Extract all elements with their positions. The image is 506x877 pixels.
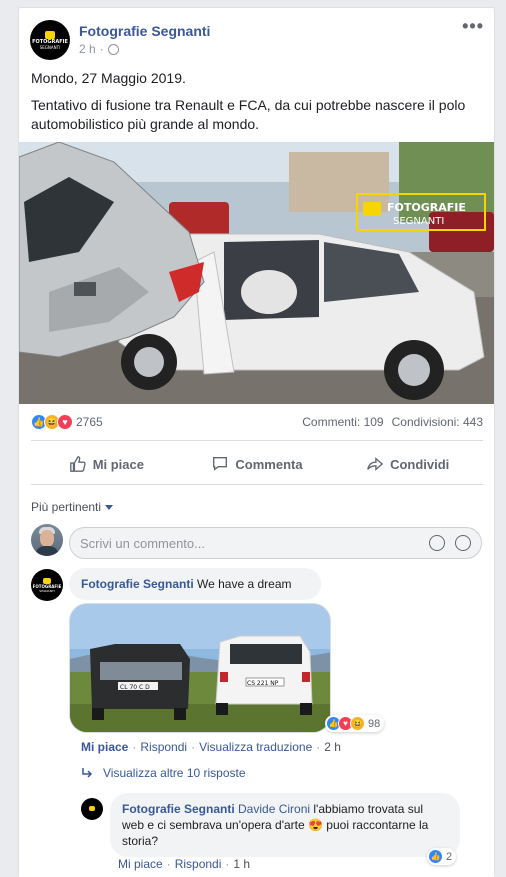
reply-arrow-icon <box>82 768 93 778</box>
comment-text: We have a dream <box>197 577 292 591</box>
comments-section: Più pertinenti Scrivi un commento... FOT… <box>19 491 494 877</box>
comment-time[interactable]: 2 h <box>324 740 341 754</box>
comment-icon <box>213 457 228 471</box>
reaction-count[interactable]: 2765 <box>76 415 103 429</box>
comment-filter-label: Più pertinenti <box>31 500 102 514</box>
crash-photo-illustration: FOTOGRAFIE SEGNANTI <box>19 142 494 404</box>
love-icon[interactable]: ♥ <box>57 414 73 430</box>
comment-button-label: Commenta <box>235 456 303 472</box>
post-date-line: Mondo, 27 Maggio 2019. <box>31 70 186 86</box>
comment-reactions[interactable]: 👍 ♥ 😆 98 <box>325 715 385 732</box>
post-time[interactable]: 2 h <box>79 42 96 56</box>
comment-input[interactable]: Scrivi un commento... <box>69 527 482 559</box>
reply-time[interactable]: 1 h <box>233 857 250 871</box>
watermark-line1: FOTOGRAFIE <box>387 201 466 214</box>
commenter-avatar[interactable]: FOTOGRAFIE SEGNANTI <box>31 569 63 601</box>
reply-bubble: Fotografie Segnanti Davide Cironi l'abbi… <box>110 793 460 857</box>
comment-reaction-count: 98 <box>368 717 381 730</box>
comment-actions: Mi piace · Rispondi · Visualizza traduzi… <box>81 740 341 754</box>
post-actions: Mi piace Commenta Condividi <box>31 448 483 480</box>
reply-author[interactable]: Fotografie Segnanti <box>122 802 235 816</box>
post-photo[interactable]: FOTOGRAFIE SEGNANTI <box>19 142 494 404</box>
comment-photo[interactable]: CL 70 C D CS 221 NP <box>69 603 331 733</box>
comment-like-link[interactable]: Mi piace <box>81 740 128 754</box>
reply-like-link[interactable]: Mi piace <box>118 857 163 871</box>
logo-subtext: SEGNANTI <box>39 44 61 50</box>
reply-actions: Mi piace · Rispondi · 1 h <box>118 857 251 871</box>
chevron-down-icon <box>105 504 114 510</box>
reply-reactions[interactable]: 👍 2 <box>427 848 457 865</box>
globe-icon <box>107 43 119 55</box>
share-icon <box>367 457 384 471</box>
divider <box>31 484 483 485</box>
comment-input-placeholder: Scrivi un commento... <box>80 535 205 551</box>
comment-reply-link[interactable]: Rispondi <box>140 740 187 754</box>
post-card: FOTOGRAFIE SEGNANTI Fotografie Segnanti … <box>18 7 495 877</box>
camera-icon <box>89 806 95 811</box>
reply-reply-link[interactable]: Rispondi <box>175 857 222 871</box>
post-text: Tentativo di fusione tra Renault e FCA, … <box>31 97 466 132</box>
emoji-icon[interactable] <box>429 535 445 551</box>
share-button-label: Condividi <box>390 456 450 472</box>
divider <box>31 440 483 441</box>
camera-icon <box>43 577 51 584</box>
watermark-line2: SEGNANTI <box>393 216 444 227</box>
reply-mention[interactable]: Davide Cironi <box>238 802 310 816</box>
thumbs-up-icon <box>69 456 86 472</box>
reply-author-avatar[interactable] <box>81 798 103 820</box>
plate-left: CL 70 C D <box>120 684 150 691</box>
cars-photo-illustration: CL 70 C D CS 221 NP <box>70 604 330 732</box>
camera-icon <box>45 30 55 39</box>
comment-button[interactable]: Commenta <box>182 448 333 480</box>
comments-count[interactable]: Commenti: 109 <box>302 415 383 429</box>
sticker-icon[interactable] <box>455 535 471 551</box>
page-avatar[interactable]: FOTOGRAFIE SEGNANTI <box>30 20 70 60</box>
more-options-icon[interactable]: ••• <box>462 16 484 37</box>
plate-right: CS 221 NP <box>247 680 279 687</box>
reaction-summary: 👍 😆 ♥ 2765 Commenti: 109 Condivisioni: 4… <box>31 413 483 431</box>
view-more-replies[interactable]: Visualizza altre 10 risposte <box>81 766 246 780</box>
share-button[interactable]: Condividi <box>332 448 483 480</box>
comment-filter-dropdown[interactable]: Più pertinenti <box>31 500 114 514</box>
logo-subtext: SEGNANTI <box>39 588 55 593</box>
shares-count[interactable]: Condivisioni: 443 <box>392 415 483 429</box>
post-meta: 2 h · <box>79 42 119 56</box>
comment-bubble: Fotografie Segnanti We have a dream <box>69 568 321 600</box>
separator-dot: · <box>99 42 104 56</box>
like-icon: 👍 <box>428 849 443 864</box>
like-button-label: Mi piace <box>92 456 144 472</box>
comment-author[interactable]: Fotografie Segnanti <box>81 577 194 591</box>
page-name[interactable]: Fotografie Segnanti <box>79 23 210 39</box>
view-more-replies-label: Visualizza altre 10 risposte <box>103 766 246 780</box>
haha-icon: 😆 <box>350 716 365 731</box>
user-avatar[interactable] <box>31 524 63 556</box>
like-button[interactable]: Mi piace <box>31 448 182 480</box>
translate-link[interactable]: Visualizza traduzione <box>199 740 312 754</box>
reply-reaction-count: 2 <box>446 850 453 863</box>
